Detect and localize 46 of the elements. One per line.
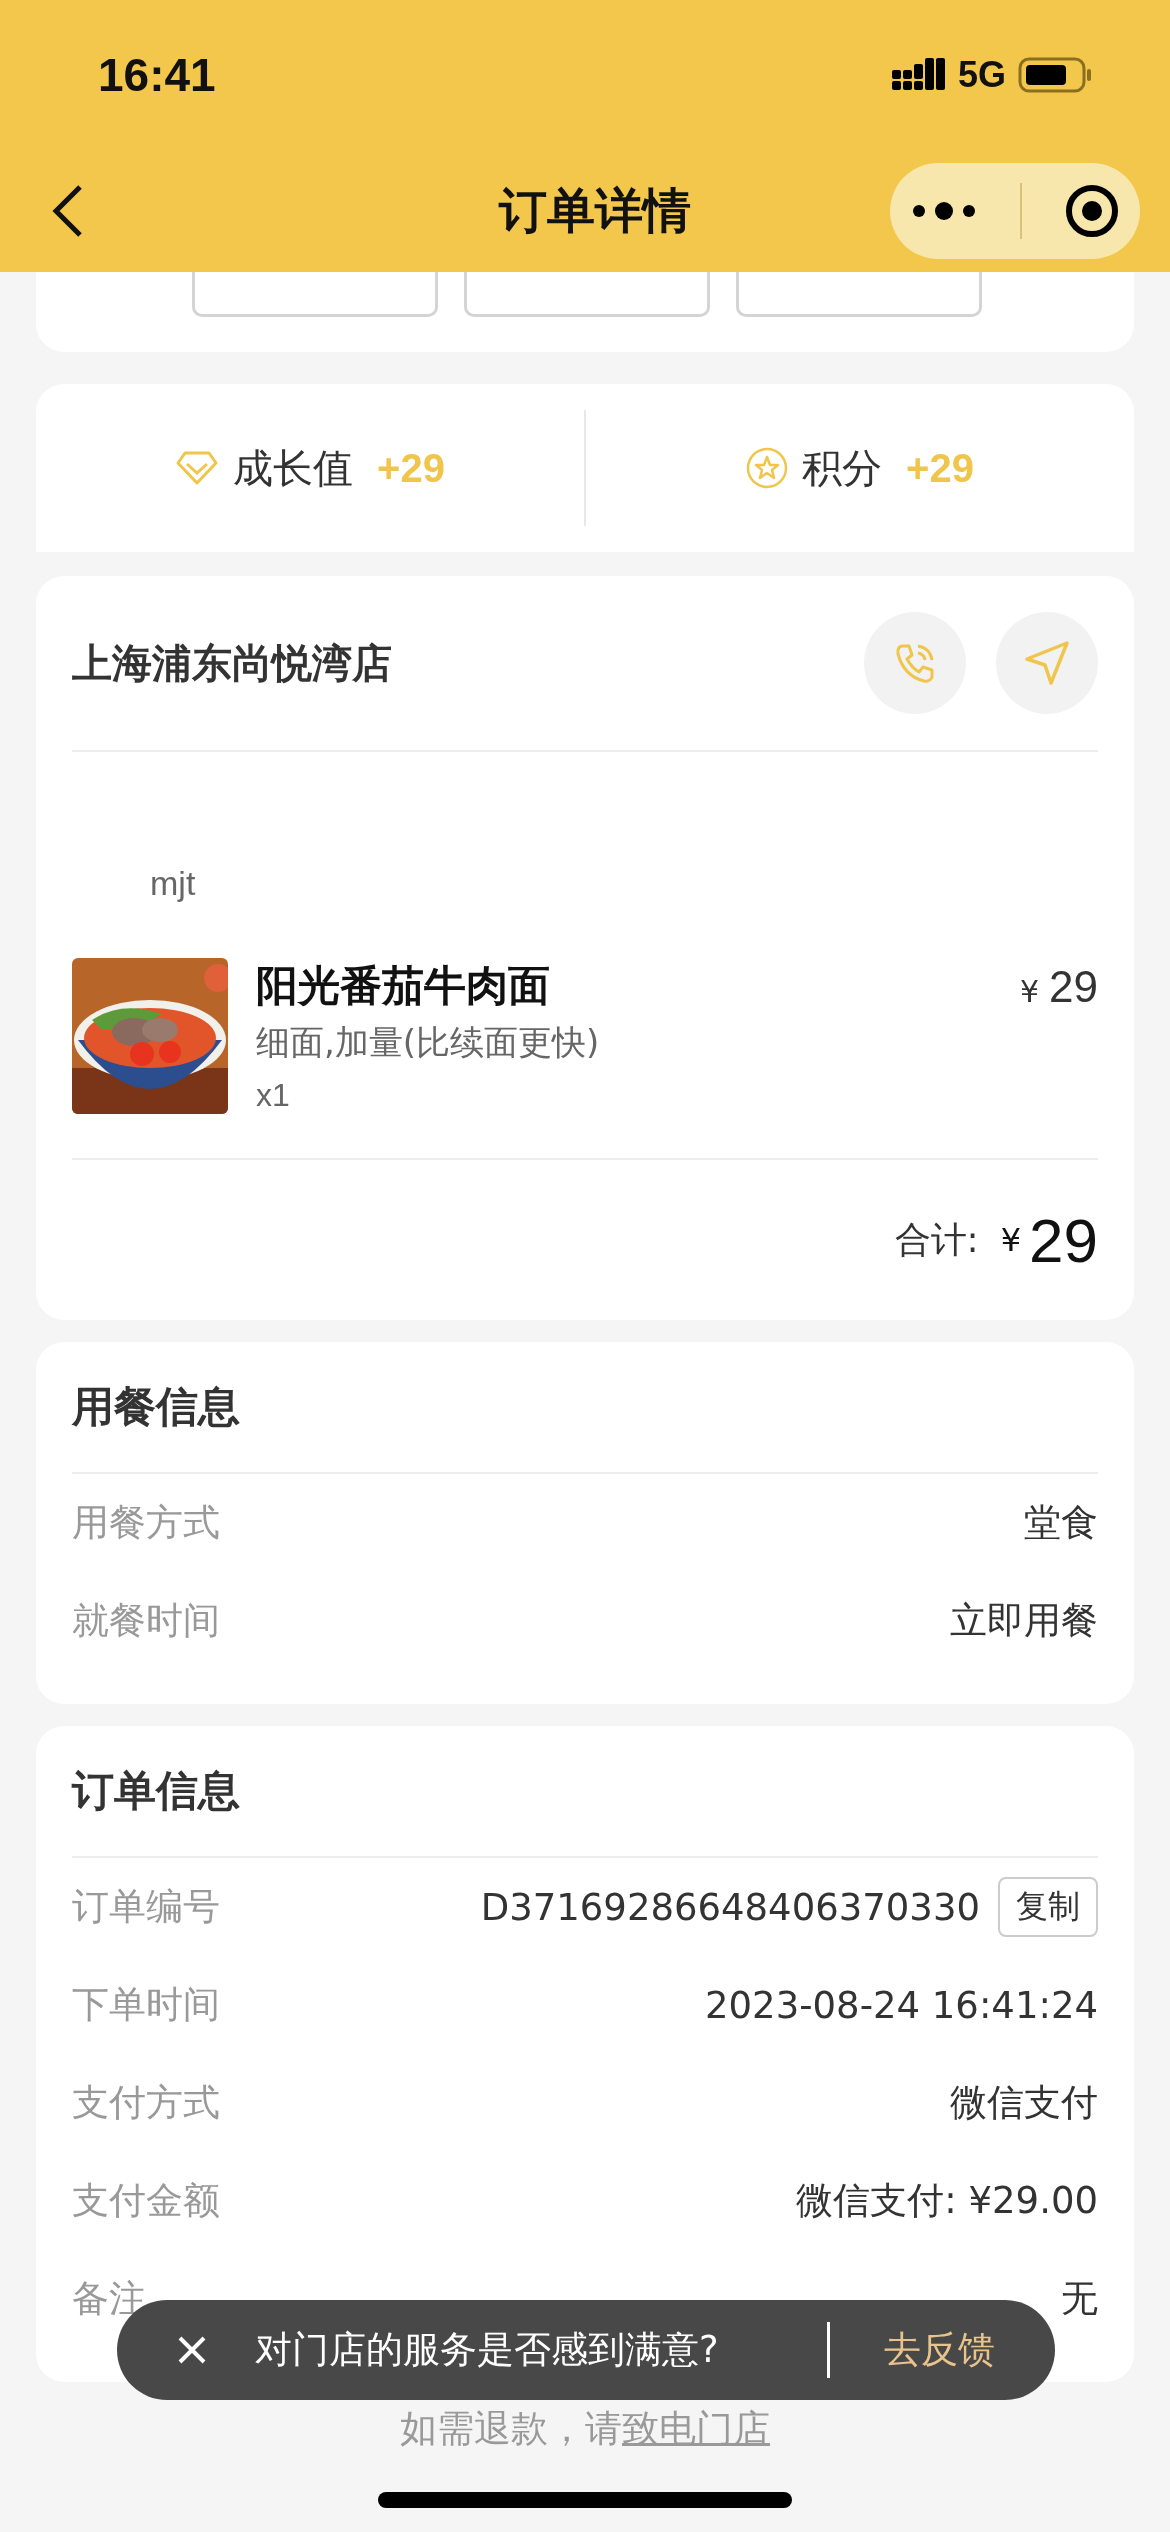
currency-sign: ¥: [1000, 1221, 1022, 1259]
refund-note: 如需退款，请: [400, 2407, 622, 2450]
action-button[interactable]: [464, 272, 710, 317]
field-label: 用餐方式: [72, 1500, 220, 1546]
currency-sign: ¥: [1019, 974, 1040, 1009]
item-price: 29: [1049, 962, 1098, 1012]
total-amount: 29: [1029, 1204, 1098, 1276]
more-icon[interactable]: [911, 201, 978, 221]
field-value: 微信支付: ¥29.00: [796, 2178, 1098, 2224]
navigation-icon: [1023, 639, 1071, 687]
item-options: 细面,加量(比续面更快): [256, 1014, 1020, 1070]
section-title: 用餐信息: [72, 1381, 241, 1433]
action-button[interactable]: [736, 272, 982, 317]
field-value: D37169286648406370330: [480, 1885, 980, 1929]
battery-icon: [1018, 57, 1092, 93]
feedback-link[interactable]: 去反馈: [884, 2325, 995, 2375]
field-label: 下单时间: [72, 1982, 220, 2028]
field-label: 支付金额: [72, 2178, 220, 2224]
reward-label: 积分: [802, 443, 883, 493]
page-title: 订单详情: [499, 181, 691, 240]
reward-value: +29: [906, 445, 974, 491]
status-time: 16:41: [98, 48, 216, 102]
item-quantity: x1: [256, 1076, 291, 1115]
field-value: 堂食: [1024, 1500, 1098, 1546]
action-button[interactable]: [192, 272, 438, 317]
close-target-icon[interactable]: [1064, 184, 1119, 238]
field-label: 支付方式: [72, 2080, 220, 2126]
copy-button[interactable]: 复制: [998, 1877, 1098, 1937]
close-icon[interactable]: [177, 2335, 207, 2365]
signal-icon: [891, 58, 946, 92]
toast-message: 对门店的服务是否感到满意?: [255, 2327, 719, 2373]
section-title: 订单信息: [72, 1765, 241, 1817]
field-label: 就餐时间: [72, 1598, 220, 1644]
field-label: 订单编号: [72, 1884, 220, 1930]
diamond-icon: [175, 450, 220, 486]
total-label: 合计:: [894, 1217, 979, 1262]
reward-label: 成长值: [233, 443, 354, 493]
field-value: 微信支付: [950, 2080, 1098, 2126]
field-value: 立即用餐: [950, 1598, 1098, 1644]
network-label: 5G: [957, 54, 1006, 96]
item-name: 阳光番茄牛肉面: [256, 960, 551, 1012]
reward-value: +29: [377, 445, 445, 491]
store-name: 上海浦东尚悦湾店: [72, 638, 392, 688]
order-note: mjt: [149, 863, 197, 904]
field-value: 无: [1061, 2276, 1098, 2322]
field-value: 2023-08-24 16:41:24: [705, 1983, 1098, 2027]
